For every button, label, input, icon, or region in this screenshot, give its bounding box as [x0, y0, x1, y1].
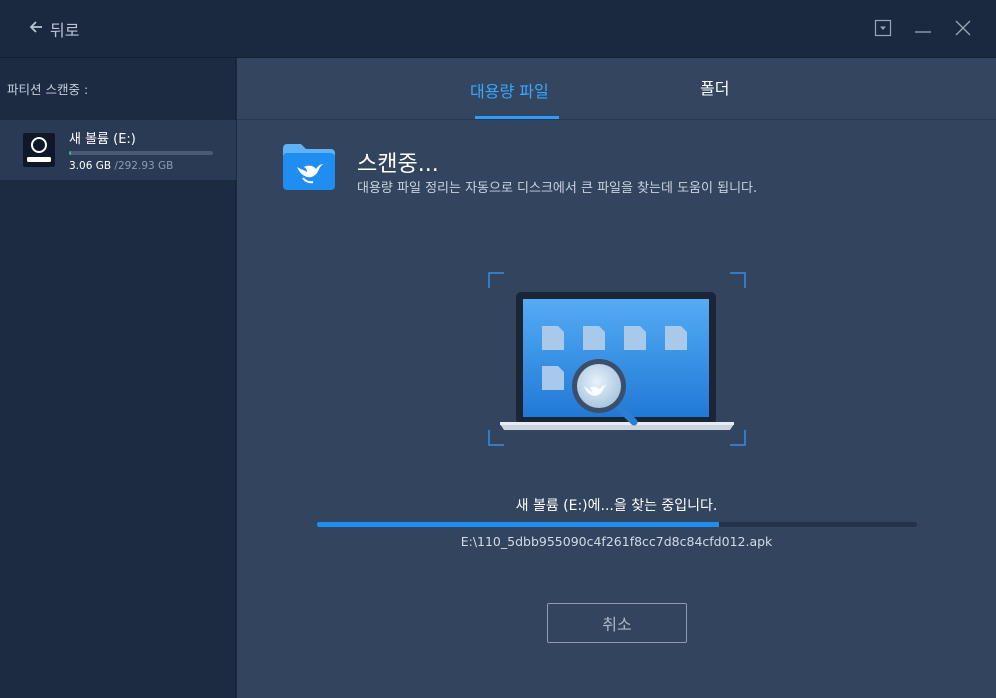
minimize-icon[interactable]: [913, 18, 933, 38]
partition-total: /292.93 GB: [114, 160, 174, 172]
tab-large-files[interactable]: 대용량 파일: [470, 78, 549, 102]
partition-item[interactable]: 새 볼륨 (E:) 3.06 GB /292.93 GB: [0, 120, 236, 180]
partition-scan-label: 파티션 스캔중 :: [7, 82, 89, 97]
laptop-scan-illustration: [488, 272, 746, 446]
close-icon[interactable]: [953, 18, 973, 38]
back-button[interactable]: 뒤로: [28, 17, 79, 41]
scan-progress-fill: [317, 522, 719, 527]
current-file-path: E:\110_5dbb955090c4f261f8cc7d8c84cfd012.…: [460, 534, 773, 549]
scan-status-text: 새 볼륨 (E:)에...을 찾는 중입니다.: [515, 498, 718, 514]
partition-usage-bar: [69, 151, 213, 155]
folder-whale-icon: [281, 142, 337, 192]
partition-used: 3.06 GB: [69, 160, 112, 172]
scan-description: 대용량 파일 정리는 자동으로 디스크에서 큰 파일을 찾는데 도움이 됩니다.: [357, 181, 758, 196]
back-arrow-icon: [28, 19, 44, 39]
tab-bar: 대용량 파일 폴더: [237, 58, 996, 120]
sidebar: 파티션 스캔중 : 새 볼륨 (E:) 3.06 GB /292.93 GB: [0, 58, 236, 698]
back-label: 뒤로: [50, 21, 80, 40]
partition-usage-fill: [69, 151, 71, 155]
partition-size: 3.06 GB /292.93 GB: [69, 160, 173, 172]
title-bar: 뒤로: [0, 0, 996, 58]
scan-title: 스캔중...: [357, 152, 439, 177]
cancel-button[interactable]: 취소: [547, 603, 687, 643]
dropdown-box-icon[interactable]: [873, 18, 893, 38]
scan-progress-bar: [317, 522, 917, 527]
partition-name: 새 볼륨 (E:): [69, 132, 136, 147]
tab-folder[interactable]: 폴더: [700, 75, 729, 99]
main-panel: 대용량 파일 폴더 스캔중... 대용량 파일 정리는 자동으로 디스크에서 큰…: [237, 58, 996, 698]
active-tab-underline: [475, 116, 559, 119]
drive-icon: [21, 132, 57, 168]
